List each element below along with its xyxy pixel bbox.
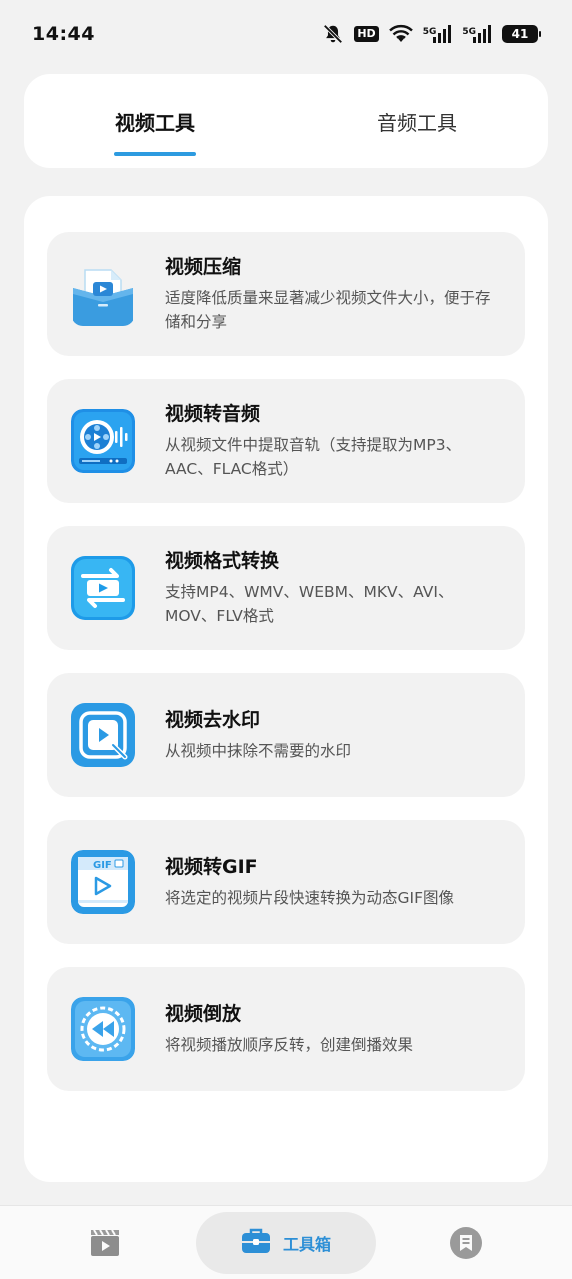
status-icons: HD 5G 5G 41 xyxy=(322,23,541,45)
tool-title: 视频压缩 xyxy=(165,256,242,278)
tab-label: 视频工具 xyxy=(115,110,195,135)
tab-audio-tools[interactable]: 音频工具 xyxy=(286,74,548,168)
tool-item-video-to-gif[interactable]: GIF 视频转GIF 将选定的视频片段快速转换为动态GIF图像 xyxy=(47,820,525,944)
tool-item-video-reverse[interactable]: 视频倒放 将视频播放顺序反转，创建倒播效果 xyxy=(47,967,525,1091)
hd-icon: HD xyxy=(354,26,379,42)
video-to-audio-icon xyxy=(71,409,135,473)
status-bar: 14:44 HD 5G 5G 41 xyxy=(0,0,572,68)
tool-category-tabs: 视频工具 音频工具 xyxy=(24,74,548,168)
message-icon xyxy=(449,1226,483,1264)
tool-desc: 从视频中抹除不需要的水印 xyxy=(165,742,352,760)
video-compress-icon xyxy=(71,262,135,326)
tools-panel: 视频压缩 适度降低质量来显著减少视频文件大小，便于存储和分享 视频转音频 从视频… xyxy=(24,196,548,1182)
gif-icon-text: GIF xyxy=(93,860,112,871)
nav-messages-button[interactable] xyxy=(448,1227,484,1263)
tool-title: 视频倒放 xyxy=(165,1003,242,1025)
tool-item-video-to-audio[interactable]: 视频转音频 从视频文件中提取音轨（支持提取为MP3、AAC、FLAC格式） xyxy=(47,379,525,503)
wifi-icon xyxy=(388,24,413,44)
tool-desc: 将视频播放顺序反转，创建倒播效果 xyxy=(165,1036,414,1054)
active-tab-indicator xyxy=(114,152,196,156)
nav-videos-button[interactable] xyxy=(88,1227,122,1261)
tool-title: 视频转音频 xyxy=(165,403,261,425)
network-type-1: 5G xyxy=(422,27,437,37)
tool-title: 视频去水印 xyxy=(165,709,261,731)
tab-label: 音频工具 xyxy=(377,110,457,135)
tool-item-video-watermark-remove[interactable]: 视频去水印 从视频中抹除不需要的水印 xyxy=(47,673,525,797)
toolbox-icon xyxy=(241,1227,271,1259)
video-watermark-remove-icon xyxy=(71,703,135,767)
video-to-gif-icon: GIF xyxy=(71,850,135,914)
video-clapper-icon xyxy=(89,1226,121,1262)
tool-title: 视频转GIF xyxy=(165,856,258,878)
tool-item-video-format-convert[interactable]: 视频格式转换 支持MP4、WMV、WEBM、MKV、AVI、MOV、FLV格式 xyxy=(47,526,525,650)
toolbox-label: 工具箱 xyxy=(282,1235,331,1254)
tool-desc: 支持MP4、WMV、WEBM、MKV、AVI、MOV、FLV格式 xyxy=(165,583,454,625)
tool-desc: 适度降低质量来显著减少视频文件大小，便于存储和分享 xyxy=(165,289,491,331)
video-reverse-icon xyxy=(71,997,135,1061)
tool-title: 视频格式转换 xyxy=(165,550,280,572)
status-time: 14:44 xyxy=(32,23,95,45)
tab-video-tools[interactable]: 视频工具 xyxy=(24,74,286,168)
network-type-2: 5G xyxy=(462,27,476,37)
tool-desc: 将选定的视频片段快速转换为动态GIF图像 xyxy=(165,889,454,907)
mute-bell-icon xyxy=(322,23,344,45)
tool-item-video-compress[interactable]: 视频压缩 适度降低质量来显著减少视频文件大小，便于存储和分享 xyxy=(47,232,525,356)
bottom-nav: 工具箱 xyxy=(0,1205,572,1279)
battery-icon: 41 xyxy=(502,25,541,43)
video-format-convert-icon xyxy=(71,556,135,620)
tool-desc: 从视频文件中提取音轨（支持提取为MP3、AAC、FLAC格式） xyxy=(165,436,462,478)
nav-toolbox-button[interactable]: 工具箱 xyxy=(196,1212,376,1274)
